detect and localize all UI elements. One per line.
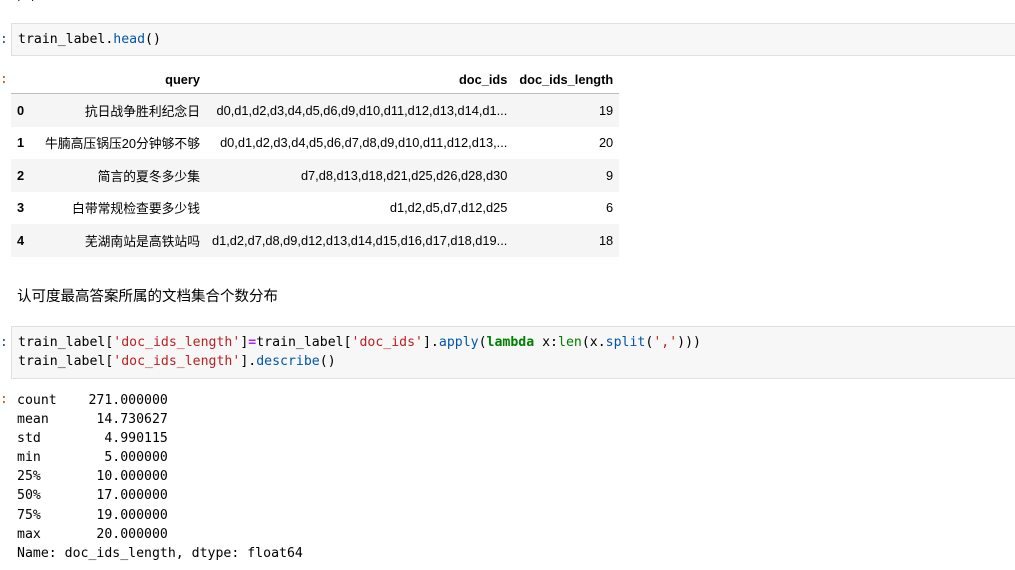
code-var: train_label.: [18, 32, 114, 47]
cell-query: 白带常规检查要多少钱: [72, 201, 200, 217]
table-row: 1 牛腩高压锅压20分钟够不够 d0,d1,d2,d3,d4,d5,d6,d7,…: [11, 127, 619, 160]
table-header-row: query doc_ids doc_ids_length: [11, 66, 620, 94]
table-row: 4 芜湖南站是高铁站吗 d1,d2,d7,d8,d9,d12,d13,d14,d…: [11, 224, 620, 257]
code-line-2: train_label['doc_ids_length'].describe(): [18, 354, 336, 369]
row-index: 4: [17, 232, 25, 248]
code-string: 'doc_ids_length': [113, 335, 241, 350]
row-index: 1: [17, 135, 25, 151]
row-index: 0: [17, 102, 25, 118]
cell-query: 牛腩高压锅压20分钟够不够: [45, 136, 200, 152]
code-string: 'doc_ids_length': [113, 354, 241, 369]
table-row: 3 白带常规检查要多少钱 d1,d2,d5,d7,d12,d25 6: [11, 192, 619, 225]
code-token: (: [478, 335, 487, 350]
code-token: train_label[: [18, 335, 114, 350]
code-string: 'doc_ids': [351, 335, 423, 350]
cell-2-prompt: :: [0, 335, 8, 350]
column-header: query: [39, 66, 206, 94]
dataframe-table: query doc_ids doc_ids_length 0 抗日战争胜利纪念日…: [11, 66, 620, 257]
code-keyword-lambda: lambda: [486, 335, 535, 350]
code-fn-head: head: [113, 32, 146, 47]
code-string: ',': [653, 335, 678, 350]
code-token: ].: [422, 335, 439, 350]
cell-doc-ids: d1,d2,d5,d7,d12,d25: [389, 200, 508, 216]
cell-query: 芜湖南站是高铁站吗: [84, 233, 200, 249]
cell-doc-ids-length: 6: [606, 200, 614, 216]
table-row: 2 简言的夏冬多少集 d7,d8,d13,d18,d21,d25,d26,d28…: [11, 159, 620, 192]
previous-output-fragment: (…): [14, 0, 37, 3]
code-cell-1[interactable]: train_label.head(): [11, 23, 1015, 56]
row-index: 2: [17, 167, 25, 183]
code-fn-describe: describe: [256, 354, 320, 369]
code-token: train_label[: [256, 335, 352, 350]
code-token: (x.: [581, 335, 606, 350]
code-token: ].: [240, 354, 257, 369]
cell-query: 简言的夏冬多少集: [97, 168, 200, 184]
cell-doc-ids-length: 19: [598, 102, 614, 118]
code-token: x:: [534, 335, 558, 350]
cell-doc-ids: d1,d2,d7,d8,d9,d12,d13,d14,d15,d16,d17,d…: [212, 232, 508, 248]
cell-doc-ids-length: 18: [598, 232, 614, 248]
column-header: doc_ids: [206, 66, 514, 94]
cell-doc-ids: d0,d1,d2,d3,d4,d5,d6,d7,d8,d9,d10,d11,d1…: [220, 135, 508, 151]
code-token: train_label[: [18, 354, 114, 369]
cell-doc-ids: d0,d1,d2,d3,d4,d5,d6,d9,d10,d11,d12,d13,…: [216, 102, 508, 118]
row-index: 3: [17, 200, 25, 216]
code-fn-split: split: [605, 335, 646, 350]
code-builtin-len: len: [558, 335, 582, 350]
cell-query: 抗日战争胜利纪念日: [84, 103, 200, 119]
code-token: (): [319, 354, 336, 369]
column-header: doc_ids_length: [513, 66, 620, 94]
describe-output: count 271.000000 mean 14.730627 std 4.99…: [17, 393, 303, 561]
code-token: ))): [677, 335, 701, 350]
cell-doc-ids-length: 9: [606, 167, 614, 183]
code-tail: (): [145, 32, 161, 47]
table-row: 0 抗日战争胜利纪念日 d0,d1,d2,d3,d4,d5,d6,d9,d10,…: [11, 93, 620, 127]
cell-doc-ids-length: 20: [598, 135, 614, 151]
index-header: [11, 66, 39, 94]
cell-1-prompt: :: [0, 32, 8, 47]
code-fn-apply: apply: [438, 335, 479, 350]
markdown-text: 认可度最高答案所属的文档集合个数分布: [17, 289, 278, 305]
output-1-prompt: :: [0, 72, 8, 87]
output-2-prompt: :: [0, 392, 8, 407]
code-cell-2[interactable]: train_label['doc_ids_length']=train_labe…: [11, 326, 1015, 379]
cell-doc-ids: d7,d8,d13,d18,d21,d25,d26,d28,d30: [300, 167, 508, 183]
code-line-1: train_label['doc_ids_length']=train_labe…: [18, 335, 701, 350]
